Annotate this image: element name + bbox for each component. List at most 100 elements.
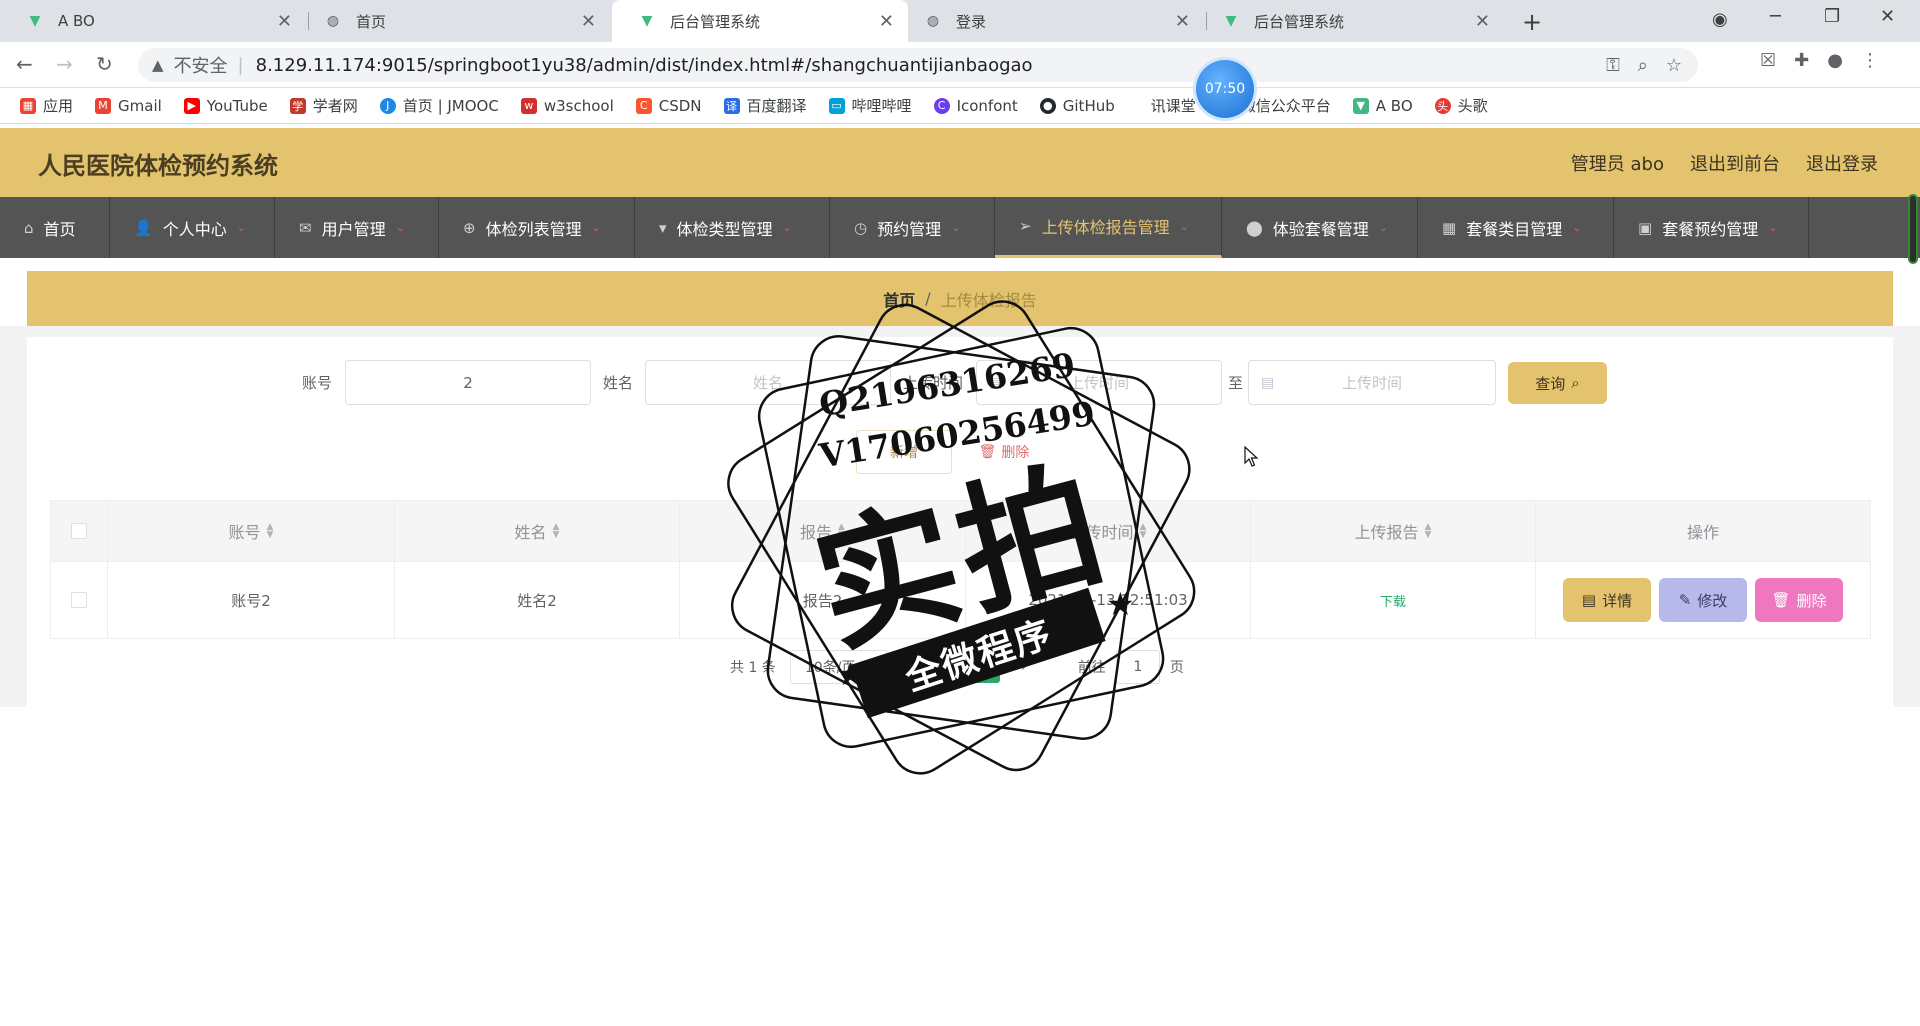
- sort-icon[interactable]: ▲ ▼: [1425, 523, 1432, 540]
- tab-title: A BO: [58, 12, 95, 30]
- select-all-checkbox[interactable]: [71, 523, 87, 539]
- page-scrollbar[interactable]: [1908, 194, 1918, 264]
- back-to-front-link[interactable]: 退出到前台: [1690, 150, 1780, 176]
- profile-avatar-icon[interactable]: ●: [1827, 50, 1843, 71]
- bookmark-item[interactable]: ▼ A BO: [1352, 97, 1413, 115]
- close-icon[interactable]: ✕: [1175, 11, 1190, 32]
- menu-item-personal-center[interactable]: 👤 个人中心 ⌄: [110, 197, 275, 258]
- bookmark-label: GitHub: [1062, 96, 1115, 115]
- delete-button[interactable]: 🗑 删除: [1755, 578, 1843, 622]
- close-icon[interactable]: ✕: [277, 11, 292, 32]
- browser-tab[interactable]: ▼ A BO ✕: [0, 0, 306, 42]
- edit-button[interactable]: ✎ 修改: [1659, 578, 1747, 622]
- bookmark-item[interactable]: 讯课堂: [1151, 95, 1196, 116]
- back-arrow-icon[interactable]: ←: [16, 52, 33, 76]
- bookmark-label: 哔哩哔哩: [851, 97, 912, 115]
- restore-icon[interactable]: ❐: [1824, 6, 1840, 27]
- pencil-icon: ✎: [1678, 591, 1692, 609]
- floating-clock-badge[interactable]: 07:50: [1196, 60, 1254, 118]
- menu-item-user-management[interactable]: ✉ 用户管理 ⌄: [275, 197, 439, 258]
- url-text[interactable]: 8.129.11.174:9015/springboot1yu38/admin/…: [256, 55, 1033, 76]
- row-checkbox[interactable]: [71, 592, 87, 608]
- zoom-icon[interactable]: ⌕: [1638, 55, 1648, 76]
- extension-x-icon[interactable]: ☒: [1760, 50, 1776, 71]
- menu-label: 套餐预约管理: [1662, 219, 1759, 239]
- column-header-upload-report[interactable]: 上传报告 ▲ ▼: [1251, 501, 1536, 561]
- brush-icon: ▾: [659, 218, 667, 237]
- star-icon: ★: [836, 655, 865, 693]
- column-header-actions: 操作: [1536, 501, 1870, 561]
- close-icon[interactable]: ✕: [581, 11, 596, 32]
- menu-item-package-category[interactable]: ▦ 套餐类目管理 ⌄: [1418, 197, 1614, 258]
- bookmark-item[interactable]: ▶ YouTube: [183, 96, 268, 115]
- column-label: 上传报告: [1354, 523, 1419, 542]
- menu-label: 预约管理: [877, 219, 942, 239]
- menu-item-checkup-list[interactable]: ⊕ 体检列表管理 ⌄: [439, 197, 635, 258]
- more-menu-icon[interactable]: ⋮: [1861, 50, 1879, 71]
- bookmark-item[interactable]: ● GitHub: [1039, 96, 1115, 115]
- minimize-icon[interactable]: ─: [1770, 6, 1781, 27]
- chevron-down-icon: ⌄: [236, 221, 246, 234]
- window-close-icon[interactable]: ✕: [1880, 6, 1895, 27]
- menu-item-upload-report[interactable]: ➢ 上传体检报告管理 ⌄: [995, 197, 1222, 258]
- bookmark-item[interactable]: C CSDN: [635, 97, 702, 115]
- download-link[interactable]: 下载: [1380, 591, 1406, 610]
- bookmark-item[interactable]: 译百度翻译: [723, 95, 807, 116]
- bookmark-label: YouTube: [206, 96, 268, 115]
- close-icon[interactable]: ✕: [879, 11, 894, 32]
- star-icon: ★: [1106, 585, 1135, 623]
- globe-icon: ◍: [926, 13, 940, 29]
- extensions-puzzle-icon[interactable]: ✚: [1794, 50, 1809, 71]
- bookmark-item[interactable]: 学学者网: [289, 95, 358, 116]
- menu-label: 首页: [43, 219, 76, 239]
- reload-icon[interactable]: ↻: [96, 52, 113, 76]
- admin-user-label: 管理员 abo: [1570, 154, 1664, 175]
- chevron-down-icon: ⌄: [395, 221, 405, 234]
- end-time-input[interactable]: ▤ 上传时间: [1248, 360, 1496, 405]
- pin-icon: ⬤: [1246, 218, 1263, 237]
- query-button[interactable]: 查询 ⌕: [1508, 362, 1607, 404]
- sort-icon[interactable]: ▲ ▼: [553, 523, 560, 540]
- new-tab-plus-icon[interactable]: +: [1522, 8, 1542, 36]
- bookmark-item[interactable]: J 首页 | JMOOC: [379, 95, 499, 116]
- bookmark-item[interactable]: ▭ 哔哩哔哩: [828, 95, 912, 116]
- menu-item-checkup-type[interactable]: ▾ 体检类型管理 ⌄: [635, 197, 830, 258]
- menu-item-appointment[interactable]: ◷ 预约管理 ⌄: [830, 197, 995, 258]
- address-bar[interactable]: ▲ 不安全 | 8.129.11.174:9015/springboot1yu3…: [138, 48, 1698, 82]
- browser-tab[interactable]: ▼ 后台管理系统 ✕: [1208, 0, 1504, 42]
- bookmark-item[interactable]: w w3school: [520, 97, 614, 115]
- browser-tab-active[interactable]: ▼ 后台管理系统 ✕: [612, 0, 908, 42]
- apps-grid-icon: ▦: [20, 97, 36, 114]
- home-icon: ⌂: [24, 218, 34, 237]
- bookmark-label: 头歌: [1457, 97, 1488, 115]
- menu-item-home[interactable]: ⌂ 首页: [0, 197, 110, 258]
- forward-arrow-icon[interactable]: →: [56, 52, 73, 76]
- key-icon[interactable]: ⚿: [1606, 55, 1620, 76]
- column-header-name[interactable]: 姓名 ▲ ▼: [395, 501, 680, 561]
- bookmark-item[interactable]: C Iconfont: [933, 96, 1018, 115]
- account-input[interactable]: 2: [345, 360, 591, 405]
- bookmark-label: Iconfont: [956, 96, 1018, 115]
- menu-item-package[interactable]: ⬤ 体验套餐管理 ⌄: [1222, 197, 1418, 258]
- bookmark-star-icon[interactable]: ☆: [1666, 55, 1682, 76]
- send-icon: ➢: [1019, 217, 1032, 235]
- column-header-account[interactable]: 账号 ▲ ▼: [108, 501, 395, 561]
- menu-label: 体验套餐管理: [1272, 219, 1369, 239]
- tab-title: 首页: [356, 12, 387, 31]
- bookmark-item[interactable]: 头头歌: [1434, 95, 1488, 116]
- menu-item-package-appointment[interactable]: ▣ 套餐预约管理 ⌄: [1614, 197, 1809, 258]
- chevron-down-icon: ⌄: [1572, 221, 1582, 234]
- browser-tab[interactable]: ◍ 登录 ✕: [910, 0, 1204, 42]
- logout-link[interactable]: 退出登录: [1806, 150, 1878, 176]
- bookmarks-bar: ▦ 应用 M Gmail ▶ YouTube 学学者网 J 首页 | JMOOC w w3…: [0, 88, 1920, 124]
- bookmark-item[interactable]: M Gmail: [95, 97, 162, 115]
- menu-label: 体检类型管理: [676, 219, 773, 239]
- browser-tab[interactable]: ◍ 首页 ✕: [310, 0, 610, 42]
- detail-button[interactable]: ▤ 详情: [1563, 578, 1651, 622]
- insecure-label: 不安全: [173, 56, 228, 77]
- close-icon[interactable]: ✕: [1475, 11, 1490, 32]
- bookmark-item[interactable]: ▦ 应用: [20, 95, 73, 116]
- sort-icon[interactable]: ▲ ▼: [267, 523, 274, 540]
- clock-icon: ◷: [854, 218, 868, 237]
- tab-search-icon[interactable]: ◉: [1712, 9, 1728, 30]
